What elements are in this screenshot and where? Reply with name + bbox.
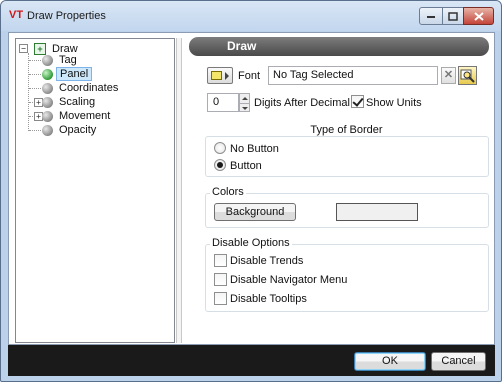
font-label: Font (238, 70, 261, 82)
tree-item-scaling[interactable]: Scaling (42, 95, 98, 109)
digits-input[interactable]: 0 (207, 93, 239, 112)
clear-icon: ✕ (443, 69, 454, 81)
button-radio[interactable] (214, 159, 226, 171)
close-icon (473, 11, 484, 21)
gray-ball-icon (42, 110, 53, 122)
panel-splitter[interactable] (176, 38, 182, 343)
font-swatch-icon (211, 71, 222, 80)
tree-item-label: Scaling (59, 96, 96, 108)
minimize-button[interactable] (419, 7, 443, 25)
collapse-draw-icon[interactable]: − (19, 44, 28, 53)
tree-item-tag[interactable]: Tag (42, 53, 80, 67)
border-type-group: No Button Button (205, 136, 489, 177)
font-color-button[interactable] (207, 67, 233, 84)
disable-options-legend: Disable Options (210, 237, 292, 249)
tree-item-label: Tag (59, 54, 77, 66)
font-tag-field[interactable]: No Tag Selected (268, 66, 438, 85)
dialog-footer: OK Cancel (8, 345, 495, 376)
tree-item-label: Panel (56, 67, 93, 81)
button-label: Button (230, 160, 262, 172)
maximize-button[interactable] (442, 7, 464, 25)
green-ball-icon (42, 68, 53, 80)
window-title: Draw Properties (27, 10, 106, 22)
cancel-button[interactable]: Cancel (431, 352, 486, 371)
close-button[interactable] (463, 7, 494, 25)
tree-item-opacity[interactable]: Opacity (42, 123, 99, 137)
dialog-client-area: − + Draw Tag Panel Coordinates + Scaling… (8, 32, 495, 345)
border-section-title: Type of Border (310, 124, 383, 136)
gray-ball-icon (42, 124, 53, 136)
gray-ball-icon (42, 54, 53, 66)
clear-tag-button[interactable]: ✕ (441, 67, 456, 84)
tree-item-movement[interactable]: Movement (42, 109, 113, 123)
disable-navigator-menu-label: Disable Navigator Menu (230, 274, 348, 286)
gray-ball-icon (42, 82, 53, 94)
disable-navigator-menu-checkbox[interactable] (214, 273, 227, 286)
no-button-radio[interactable] (214, 142, 226, 154)
spin-down-button[interactable] (240, 103, 249, 112)
disable-options-group: Disable Options Disable Trends Disable N… (205, 237, 489, 312)
tree-item-label: Coordinates (59, 82, 119, 94)
digits-spinner[interactable] (239, 93, 250, 112)
tag-browse-icon (460, 69, 475, 83)
background-button[interactable]: Background (214, 203, 296, 221)
show-units-checkbox[interactable] (351, 95, 364, 108)
chevron-down-icon (241, 106, 248, 110)
digits-label: Digits After Decimal (254, 97, 350, 109)
maximize-icon (448, 11, 458, 21)
disable-trends-label: Disable Trends (230, 255, 304, 267)
tree-item-label: Movement (59, 110, 111, 122)
dropdown-arrow-icon (225, 72, 229, 80)
disable-tooltips-label: Disable Tooltips (230, 293, 307, 305)
title-bar[interactable]: VT Draw Properties (1, 1, 501, 31)
background-color-swatch[interactable] (336, 203, 418, 221)
tree-item-label: Opacity (59, 124, 97, 136)
select-tag-button[interactable] (458, 66, 477, 85)
no-button-label: No Button (230, 143, 279, 155)
colors-legend: Colors (210, 186, 246, 198)
gray-ball-icon (42, 96, 53, 108)
vt-logo: VT (9, 9, 24, 21)
spin-up-button[interactable] (240, 94, 249, 103)
properties-tree[interactable]: − + Draw Tag Panel Coordinates + Scaling… (15, 38, 175, 343)
tree-item-panel[interactable]: Panel (42, 67, 93, 81)
tree-item-coordinates[interactable]: Coordinates (42, 81, 121, 95)
draw-properties-window: VT Draw Properties − + Draw Tag Panel Co… (0, 0, 502, 382)
disable-trends-checkbox[interactable] (214, 254, 227, 267)
minimize-icon (427, 16, 435, 18)
ok-button[interactable]: OK (354, 352, 426, 371)
disable-tooltips-checkbox[interactable] (214, 292, 227, 305)
chevron-up-icon (241, 97, 248, 100)
panel-header: Draw (189, 37, 489, 56)
show-units-label: Show Units (366, 97, 422, 109)
